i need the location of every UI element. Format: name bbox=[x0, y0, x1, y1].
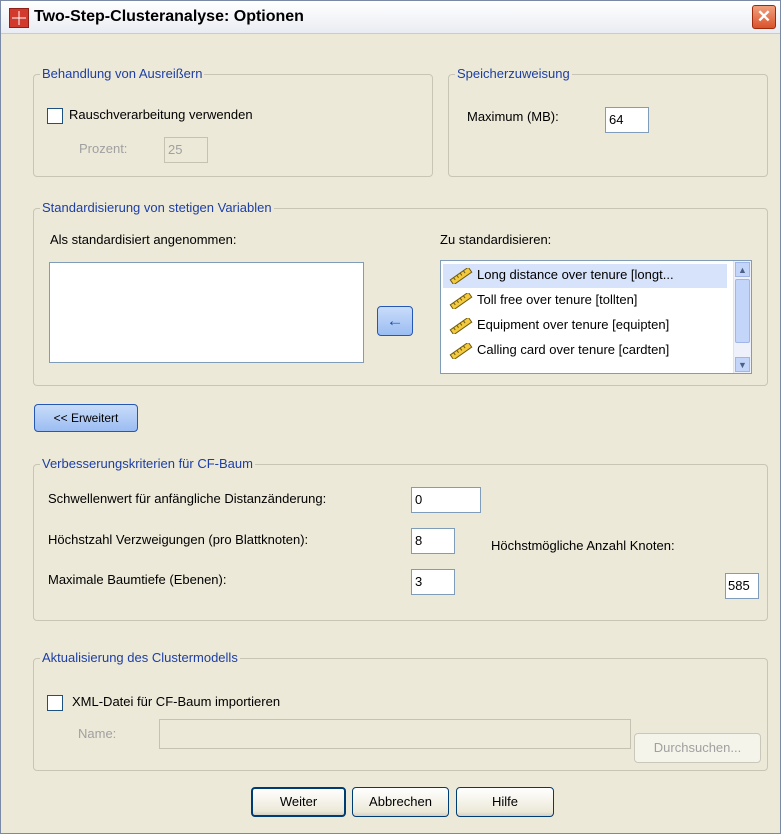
list-item[interactable]: Equipment over tenure [equipten] bbox=[443, 314, 727, 338]
app-grid-icon bbox=[9, 8, 29, 28]
scale-ruler-icon bbox=[449, 343, 473, 359]
list-item[interactable]: Toll free over tenure [tollten] bbox=[443, 289, 727, 313]
max-depth-label: Maximale Baumtiefe (Ebenen): bbox=[48, 572, 227, 587]
list-scrollbar[interactable]: ▲ ▼ bbox=[733, 261, 751, 373]
cf-tree-criteria-group: Verbesserungskriterien für CF-Baum Schwe… bbox=[33, 456, 768, 621]
advanced-toggle-button[interactable]: << Erweitert bbox=[34, 404, 138, 432]
to-standardize-label: Zu standardisieren: bbox=[440, 232, 552, 247]
outlier-handling-group: Behandlung von Ausreißern Rauschverarbei… bbox=[33, 66, 433, 177]
list-item-label: Calling card over tenure [cardten] bbox=[477, 342, 670, 357]
max-depth-input[interactable]: 3 bbox=[411, 569, 455, 595]
title-bar[interactable]: Two-Step-Clusteranalyse: Optionen ✕ bbox=[1, 1, 780, 34]
standardization-group: Standardisierung von stetigen Variablen … bbox=[33, 200, 768, 386]
arrow-left-icon: ← bbox=[386, 311, 404, 330]
max-branches-input[interactable]: 8 bbox=[411, 528, 455, 554]
list-item-label: Toll free over tenure [tollten] bbox=[477, 292, 638, 307]
list-item-label: Equipment over tenure [equipten] bbox=[477, 317, 670, 332]
options-dialog: Two-Step-Clusteranalyse: Optionen ✕ Beha… bbox=[0, 0, 781, 834]
list-item-label: Long distance over tenure [longt... bbox=[477, 267, 674, 282]
model-update-legend: Aktualisierung des Clustermodells bbox=[40, 650, 240, 665]
import-xml-checkbox[interactable] bbox=[47, 695, 63, 711]
assumed-standardized-label: Als standardisiert angenommen: bbox=[50, 232, 237, 247]
cancel-button[interactable]: Abbrechen bbox=[352, 787, 449, 817]
move-variable-button[interactable]: ← bbox=[377, 306, 413, 336]
standardization-legend: Standardisierung von stetigen Variablen bbox=[40, 200, 274, 215]
dialog-title: Two-Step-Clusteranalyse: Optionen bbox=[34, 8, 304, 25]
name-label: Name: bbox=[78, 726, 117, 741]
scroll-down-arrow-icon[interactable]: ▼ bbox=[735, 357, 750, 372]
scale-ruler-icon bbox=[449, 268, 473, 284]
list-item[interactable]: Long distance over tenure [longt... bbox=[443, 264, 727, 288]
memory-allocation-legend: Speicherzuweisung bbox=[455, 66, 572, 81]
threshold-input[interactable]: 0 bbox=[411, 487, 481, 513]
noise-handling-checkbox[interactable] bbox=[47, 108, 63, 124]
list-item[interactable]: Calling card over tenure [cardten] bbox=[443, 339, 727, 363]
close-button[interactable]: ✕ bbox=[752, 5, 776, 29]
scrollbar-thumb[interactable] bbox=[735, 279, 750, 343]
assumed-standardized-list[interactable] bbox=[49, 262, 364, 363]
max-nodes-value: 585 bbox=[725, 573, 759, 599]
memory-allocation-group: Speicherzuweisung Maximum (MB): 64 bbox=[448, 66, 768, 177]
scroll-up-arrow-icon[interactable]: ▲ bbox=[735, 262, 750, 277]
max-nodes-label: Höchstmögliche Anzahl Knoten: bbox=[491, 538, 675, 553]
percent-label: Prozent: bbox=[79, 141, 128, 156]
continue-button[interactable]: Weiter bbox=[251, 787, 346, 817]
max-branches-label: Höchstzahl Verzweigungen (pro Blattknote… bbox=[48, 532, 309, 547]
scale-ruler-icon bbox=[449, 318, 473, 334]
noise-handling-label: Rauschverarbeitung verwenden bbox=[69, 107, 253, 122]
scale-ruler-icon bbox=[449, 293, 473, 309]
threshold-label: Schwellenwert für anfängliche Distanzänd… bbox=[48, 491, 327, 506]
browse-button[interactable]: Durchsuchen... bbox=[634, 733, 761, 763]
to-standardize-list[interactable]: Long distance over tenure [longt... Toll… bbox=[440, 260, 752, 374]
cf-tree-criteria-legend: Verbesserungskriterien für CF-Baum bbox=[40, 456, 255, 471]
name-input[interactable] bbox=[159, 719, 631, 749]
max-memory-label: Maximum (MB): bbox=[467, 109, 559, 124]
help-button[interactable]: Hilfe bbox=[456, 787, 554, 817]
import-xml-label: XML-Datei für CF-Baum importieren bbox=[72, 694, 281, 709]
percent-input[interactable]: 25 bbox=[164, 137, 208, 163]
outlier-handling-legend: Behandlung von Ausreißern bbox=[40, 66, 205, 81]
max-memory-input[interactable]: 64 bbox=[605, 107, 649, 133]
model-update-group: Aktualisierung des Clustermodells XML-Da… bbox=[33, 650, 768, 771]
